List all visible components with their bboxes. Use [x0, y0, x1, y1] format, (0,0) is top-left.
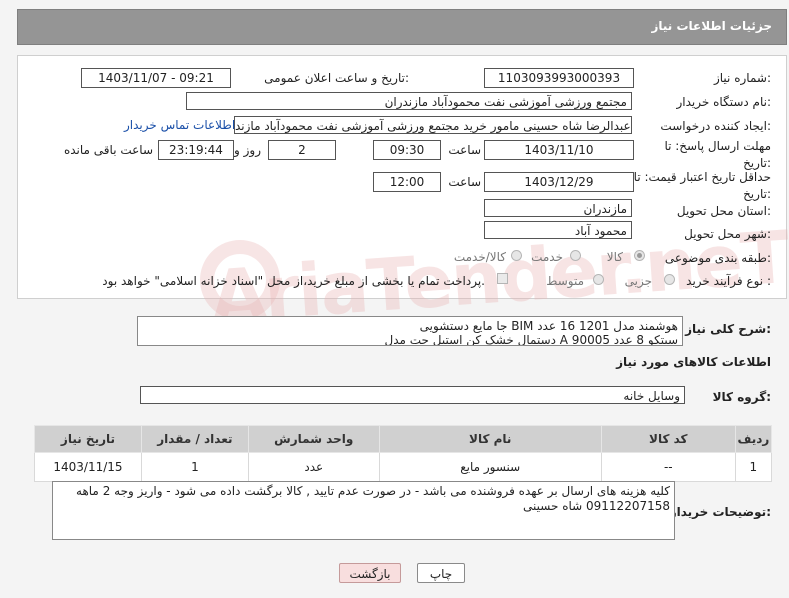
summary-textarea[interactable]: جا مایع دستشویی BIM هوشمند مدل 1201 16 ع… [137, 316, 683, 346]
deadline-label-line1: مهلت ارسال پاسخ: تا [664, 139, 771, 153]
cell-date: 1403/11/15 [34, 452, 142, 482]
category-goods-service-label: کالا/خدمت [453, 250, 506, 264]
goods-group-label: گروه کالا: [712, 390, 771, 404]
category-goods-service-radio[interactable] [511, 250, 522, 261]
col-date: تاریخ نیاز [34, 425, 142, 453]
remaining-label: ساعت باقی مانده [63, 143, 153, 157]
category-label: طبقه بندی موضوعی: [664, 251, 771, 265]
table-row: 1403/11/15 1 عدد سنسور مایع -- 1 [34, 452, 773, 482]
summary-label: شرح کلی نیاز: [685, 322, 771, 336]
creator-label: ایجاد کننده درخواست: [660, 119, 771, 133]
back-button[interactable]: بازگشت [339, 563, 401, 583]
deadline-date-field: 1403/11/10 [484, 140, 634, 160]
announce-field: 1403/11/07 - 09:21 [81, 68, 231, 88]
announce-label: تاریخ و ساعت اعلان عمومی: [264, 71, 409, 85]
col-code: کد کالا [600, 425, 736, 453]
print-button[interactable]: چاپ [417, 563, 465, 583]
col-qty: تعداد / مقدار [140, 425, 249, 453]
city-field: محمود آباد [484, 221, 632, 239]
cell-qty: 1 [140, 452, 249, 482]
page-title: جزئیات اطلاعات نیاز [651, 19, 772, 33]
need-number-label: شماره نیاز: [713, 71, 771, 85]
validity-label: حداقل تاریخ اعتبار قیمت: تا تاریخ: [634, 169, 771, 203]
cell-code: -- [600, 452, 736, 482]
process-medium-label: متوسط [546, 274, 584, 288]
goods-table: تاریخ نیاز تعداد / مقدار واحد شمارش نام … [34, 425, 773, 482]
validity-date-field: 1403/12/29 [484, 172, 634, 192]
category-service-radio[interactable] [570, 250, 581, 261]
process-note: پرداخت تمام یا بخشی از مبلغ خرید،از محل … [102, 274, 485, 288]
buyer-notes-label: توضیحات خریدار: [669, 505, 771, 519]
province-label: استان محل تحویل: [676, 204, 771, 218]
col-unit: واحد شمارش [247, 425, 380, 453]
validity-time-field: 12:00 [373, 172, 441, 192]
treasury-checkbox[interactable] [497, 273, 508, 284]
cell-name: سنسور مایع [378, 452, 602, 482]
col-name: نام کالا [378, 425, 602, 453]
cell-row: 1 [734, 452, 773, 482]
category-goods-label: کالا [606, 250, 623, 264]
goods-table-header: تاریخ نیاز تعداد / مقدار واحد شمارش نام … [34, 425, 773, 453]
contact-info-link[interactable]: اطلاعات تماس خریدار [124, 118, 235, 132]
col-row: ردیف [734, 425, 773, 453]
remaining-time-field: 23:19:44 [158, 140, 234, 160]
deadline-label: مهلت ارسال پاسخ: تا تاریخ: [664, 138, 771, 172]
cell-unit: عدد [247, 452, 380, 482]
buyer-org-field: مجتمع ورزشی آموزشی نفت محمودآباد مازندرا… [186, 92, 632, 110]
buyer-org-label: نام دستگاه خریدار: [676, 95, 772, 109]
category-service-label: خدمت [531, 250, 563, 264]
province-field: مازندران [484, 199, 632, 217]
validity-time-label: ساعت [448, 175, 481, 189]
category-goods-radio[interactable] [634, 250, 645, 261]
process-medium-radio[interactable] [593, 274, 604, 285]
goods-section-title: اطلاعات کالاهای مورد نیاز [616, 355, 771, 369]
days-label: روز و [234, 143, 261, 157]
process-minor-radio[interactable] [664, 274, 675, 285]
validity-label-line2: تاریخ: [743, 187, 771, 201]
goods-group-field: وسایل خانه [140, 386, 685, 404]
deadline-time-label: ساعت [448, 143, 481, 157]
process-minor-label: جزیی [624, 274, 652, 288]
buyer-notes-textarea[interactable]: کلیه هزینه های ارسال بر عهده فروشنده می … [52, 481, 675, 540]
validity-label-line1: حداقل تاریخ اعتبار قیمت: تا [633, 170, 771, 184]
city-label: شهر محل تحویل: [684, 227, 771, 241]
creator-field: عبدالرضا شاه حسینی مامور خرید مجتمع ورزش… [234, 116, 632, 134]
process-label: نوع فرآیند خرید : [686, 274, 771, 288]
summary-line2: دستمال خشک کن استیل جت مدل A 90005 سیتکو… [384, 333, 678, 346]
deadline-time-field: 09:30 [373, 140, 441, 160]
summary-line1: جا مایع دستشویی BIM هوشمند مدل 1201 16 ع… [419, 319, 678, 333]
need-number-field: 1103093993000393 [484, 68, 634, 88]
days-field: 2 [268, 140, 336, 160]
buyer-notes-text: کلیه هزینه های ارسال بر عهده فروشنده می … [76, 484, 670, 513]
page-header: جزئیات اطلاعات نیاز [17, 9, 787, 45]
